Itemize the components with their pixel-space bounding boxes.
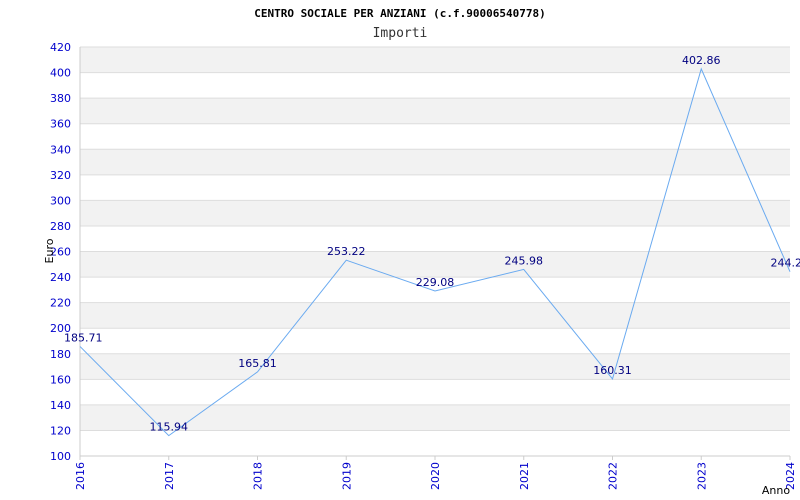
x-tick-label: 2017 — [163, 462, 176, 490]
x-tick-label: 2016 — [74, 462, 87, 490]
grid-band — [80, 302, 790, 329]
x-tick-label: 2018 — [252, 462, 265, 490]
y-tick-label: 360 — [50, 118, 71, 131]
y-tick-label: 400 — [50, 67, 71, 80]
data-label: 244.2 — [771, 257, 800, 270]
y-tick-label: 380 — [50, 92, 71, 105]
data-label: 165.81 — [238, 357, 277, 370]
x-tick-label: 2021 — [518, 462, 531, 490]
grid-band — [80, 251, 790, 278]
y-axis-label: Euro — [43, 238, 56, 263]
grid-band — [80, 200, 790, 226]
y-tick-label: 300 — [50, 194, 71, 207]
data-label: 229.08 — [416, 276, 455, 289]
y-tick-label: 100 — [50, 450, 71, 463]
x-tick-label: 2023 — [695, 462, 708, 490]
grid-band — [80, 149, 790, 175]
x-axis-label: Anno — [762, 484, 790, 497]
y-tick-label: 340 — [50, 143, 71, 156]
data-label: 185.71 — [64, 331, 103, 344]
y-tick-label: 120 — [50, 424, 71, 437]
y-tick-label: 140 — [50, 399, 71, 412]
data-label: 253.22 — [327, 245, 366, 258]
data-label: 160.31 — [593, 364, 632, 377]
y-tick-label: 320 — [50, 169, 71, 182]
data-label: 402.86 — [682, 54, 721, 67]
line-chart: 1001201401601802002202402602803003203403… — [0, 0, 800, 500]
x-tick-label: 2022 — [607, 462, 620, 490]
x-tick-label: 2019 — [340, 462, 353, 490]
y-tick-label: 180 — [50, 348, 71, 361]
y-tick-label: 420 — [50, 41, 71, 54]
y-tick-label: 160 — [50, 373, 71, 386]
y-tick-label: 220 — [50, 297, 71, 310]
data-label: 115.94 — [150, 421, 189, 434]
data-label: 245.98 — [505, 254, 544, 267]
grid-band — [80, 353, 790, 380]
x-tick-label: 2020 — [429, 462, 442, 490]
chart-title: CENTRO SOCIALE PER ANZIANI (c.f.90006540… — [254, 7, 545, 20]
y-tick-label: 240 — [50, 271, 71, 284]
grid-band — [80, 98, 790, 124]
chart-subtitle: Importi — [373, 26, 428, 41]
y-tick-label: 280 — [50, 220, 71, 233]
